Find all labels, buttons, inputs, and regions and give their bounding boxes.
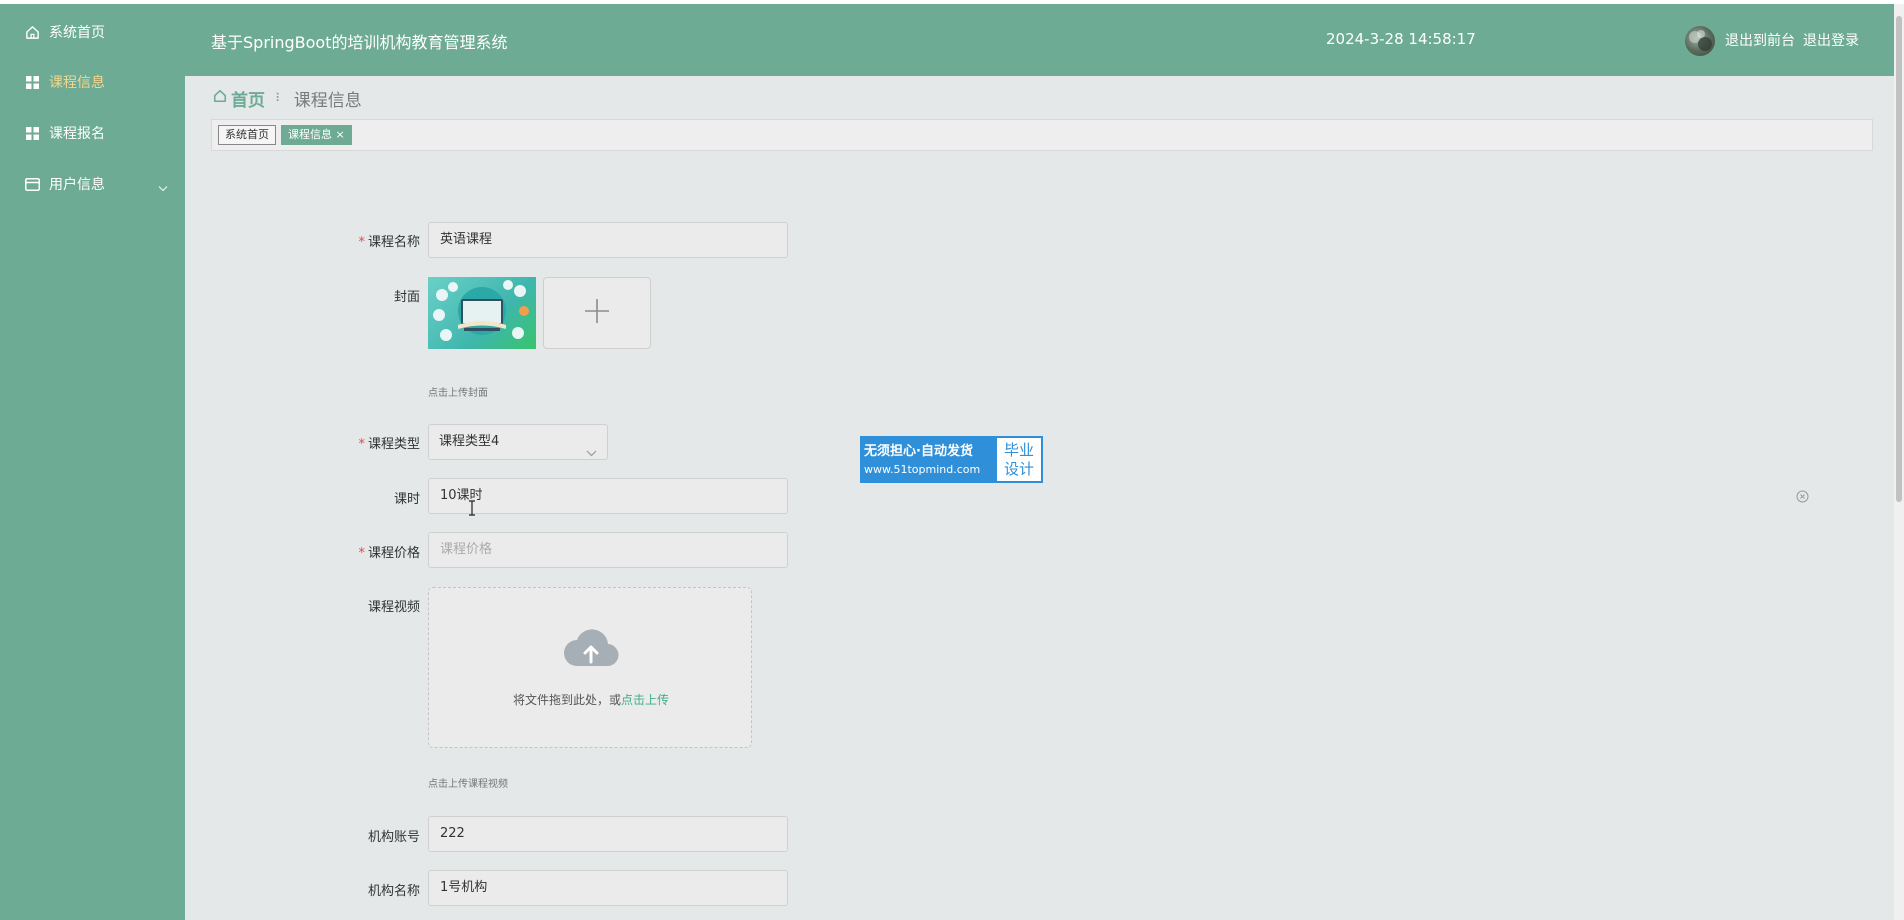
cover-upload-button[interactable] <box>543 277 651 349</box>
sidebar: 系统首页 课程信息 课程报名 用户信息 <box>0 4 185 920</box>
home-icon <box>24 24 40 40</box>
back-to-front-link[interactable]: 退出到前台 <box>1725 30 1795 50</box>
course-type-label: * 课程类型 <box>358 437 420 452</box>
video-tip: 点击上传课程视频 <box>428 779 508 790</box>
cover-tip: 点击上传封面 <box>428 388 488 399</box>
sidebar-item-label: 系统首页 <box>49 25 105 41</box>
course-type-value: 课程类型4 <box>439 434 500 449</box>
tag-home[interactable]: 系统首页 <box>218 125 276 145</box>
cloud-upload-icon <box>563 626 619 672</box>
course-name-input[interactable]: 英语课程 <box>428 222 788 258</box>
watermark-line1: 无须担心·自动发货 <box>864 444 973 459</box>
sidebar-item-home[interactable]: 系统首页 <box>24 20 105 44</box>
tag-course-info[interactable]: 课程信息 × <box>281 125 352 145</box>
plus-icon <box>583 297 611 329</box>
price-label: * 课程价格 <box>358 546 420 561</box>
hours-label: 课时 <box>393 492 420 507</box>
grid-icon <box>24 125 40 141</box>
dropzone-text: 将文件拖到此处，或点击上传 <box>512 693 670 707</box>
home-icon <box>213 88 227 108</box>
chevron-down-icon <box>586 437 597 471</box>
cover-image[interactable] <box>428 277 536 349</box>
watermark-badge: 无须担心·自动发货 www.51topmind.com 毕业 设计 <box>860 436 1043 483</box>
breadcrumb-separator: ⠇ <box>275 91 284 105</box>
hours-input[interactable]: 10课时 <box>428 478 788 514</box>
org-account-input[interactable]: 222 <box>428 816 788 852</box>
breadcrumb-current: 课程信息 <box>293 90 362 111</box>
price-input[interactable]: 课程价格 <box>428 532 788 568</box>
org-name-label: 机构名称 <box>367 884 420 899</box>
video-label: 课程视频 <box>367 600 420 615</box>
sidebar-item-course-info[interactable]: 课程信息 <box>24 70 105 94</box>
watermark-right: 毕业 设计 <box>995 436 1043 483</box>
page-scrollbar[interactable] <box>1894 4 1904 920</box>
grid-icon <box>24 74 40 90</box>
course-type-select[interactable]: 课程类型4 <box>428 424 608 460</box>
required-mark: * <box>358 437 365 452</box>
required-mark: * <box>358 546 365 561</box>
cover-label: 封面 <box>393 290 420 305</box>
sidebar-item-course-enroll[interactable]: 课程报名 <box>24 121 105 145</box>
avatar[interactable] <box>1685 26 1715 56</box>
click-upload-link[interactable]: 点击上传 <box>621 693 669 707</box>
card-icon <box>24 176 40 192</box>
sidebar-item-label: 用户信息 <box>49 177 105 193</box>
course-name-label: * 课程名称 <box>358 235 420 250</box>
required-mark: * <box>358 235 365 250</box>
org-name-input[interactable]: 1号机构 <box>428 870 788 906</box>
watermark-line2: www.51topmind.com <box>864 463 981 476</box>
org-account-label: 机构账号 <box>367 830 420 845</box>
app-title: 基于SpringBoot的培训机构教育管理系统 <box>211 33 508 52</box>
top-header: 基于SpringBoot的培训机构教育管理系统 2024-3-28 14:58:… <box>185 4 1904 76</box>
scrollbar-thumb[interactable] <box>1896 16 1902 502</box>
chevron-down-icon <box>158 177 168 196</box>
video-dropzone[interactable]: 将文件拖到此处，或点击上传 <box>428 587 752 748</box>
breadcrumb-home[interactable]: 首页 <box>231 86 265 111</box>
header-datetime: 2024-3-28 14:58:17 <box>1326 30 1476 48</box>
sidebar-item-user-info[interactable]: 用户信息 <box>24 172 169 196</box>
breadcrumb: 首页 ⠇ 课程信息 <box>213 86 362 111</box>
clear-circle-icon[interactable] <box>1796 488 1809 503</box>
sidebar-item-label: 课程信息 <box>49 75 105 91</box>
sidebar-item-label: 课程报名 <box>49 126 105 142</box>
watermark-left: 无须担心·自动发货 www.51topmind.com <box>860 436 995 483</box>
logout-link[interactable]: 退出登录 <box>1803 30 1859 50</box>
tags-bar: 系统首页 课程信息 × <box>211 119 1873 151</box>
text-cursor-icon <box>468 500 476 520</box>
